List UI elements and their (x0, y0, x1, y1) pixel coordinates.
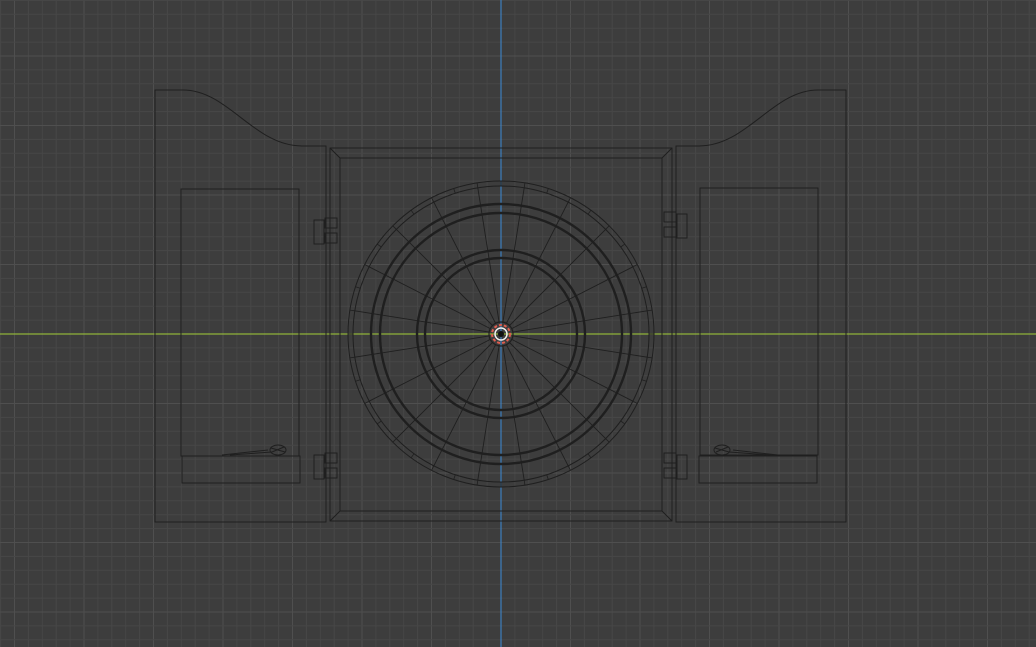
rim-facet (355, 286, 361, 289)
3d-viewport[interactable] (0, 0, 1036, 647)
segment-wire (509, 228, 607, 326)
rim-facet (349, 309, 355, 312)
rim-facet (392, 438, 397, 443)
segment-wire (512, 335, 648, 358)
left-dart-shelf (181, 455, 301, 484)
segment-wire (505, 201, 569, 324)
segment-wire (368, 338, 491, 402)
segment-wire (477, 345, 500, 481)
rim-facet (605, 225, 610, 230)
segment-wire (477, 187, 500, 323)
viewport-canvas[interactable] (0, 0, 1036, 647)
origin-dot (498, 331, 504, 337)
segment-wire (502, 187, 525, 323)
right-dart-shaft (728, 449, 779, 456)
right-door-panel (699, 187, 819, 456)
rim-facet (647, 309, 653, 312)
segment-wire (512, 310, 648, 333)
rim-facet (641, 286, 647, 289)
rim-facet (546, 474, 549, 480)
rim-facet (392, 225, 397, 230)
rim-facet (476, 182, 479, 188)
rim-facet (476, 480, 479, 486)
segment-wire (368, 266, 491, 330)
rim-facet (523, 182, 526, 188)
rim-facet (641, 379, 647, 382)
segment-wire (511, 266, 634, 330)
rim-facet (453, 474, 456, 480)
rim-facet (410, 453, 415, 459)
segment-wire (395, 342, 493, 440)
right-dart-flight-lines (714, 446, 730, 453)
rim-facet (523, 480, 526, 486)
left-dart[interactable] (221, 444, 287, 456)
rim-facet (410, 209, 415, 215)
rim-facet (355, 379, 361, 382)
rim-facet (620, 420, 626, 425)
segment-wire (395, 228, 493, 326)
right-dart-shelf (698, 455, 818, 484)
segment-wire (509, 342, 607, 440)
segment-wire (502, 345, 525, 481)
object-origin-marker[interactable] (491, 324, 511, 344)
rim-facet (587, 453, 592, 459)
segment-wire (433, 344, 497, 467)
segment-wire (433, 201, 497, 324)
rim-facet (605, 438, 610, 443)
rim-facet (376, 420, 382, 425)
segment-wire (354, 335, 490, 358)
rim-facet (453, 188, 456, 194)
rim-facet (647, 356, 653, 359)
left-dart-flight-lines (270, 446, 286, 453)
rim-facet (587, 209, 592, 215)
segment-wire (511, 338, 634, 402)
rim-facet (349, 356, 355, 359)
segment-wire (505, 344, 569, 467)
rim-facet (376, 243, 382, 248)
segment-wire (354, 310, 490, 333)
rim-facet (620, 243, 626, 248)
left-door-panel (180, 188, 300, 457)
rim-facet (546, 188, 549, 194)
